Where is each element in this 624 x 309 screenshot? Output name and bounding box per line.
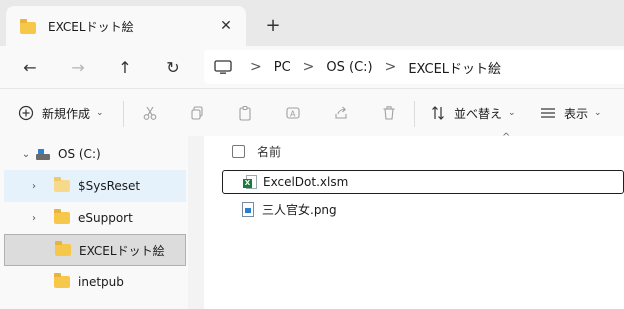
- navigation-pane: ⌄ OS (C:) › $SysReset › eSupport EXCELドッ…: [0, 136, 188, 309]
- new-button-label: 新規作成: [42, 106, 91, 121]
- tree-item-label: EXCELドット絵: [79, 243, 165, 258]
- tab-strip: EXCELドット絵 ✕ +: [0, 0, 624, 46]
- toolbar-divider: [123, 101, 124, 127]
- paste-icon[interactable]: [235, 103, 255, 123]
- sort-icon: [430, 105, 446, 121]
- back-button[interactable]: ←: [17, 54, 43, 80]
- tree-item-inetpub[interactable]: inetpub: [4, 266, 186, 298]
- folder-icon: [55, 241, 71, 256]
- chevron-right-icon[interactable]: ›: [24, 181, 44, 192]
- excel-file-icon: X: [243, 175, 257, 189]
- file-name: ExcelDot.xlsm: [263, 175, 349, 189]
- list-view-icon: [540, 105, 556, 121]
- file-explorer-window: EXCELドット絵 ✕ + ← → ↑ ↻ > PC > OS (C:) > E…: [0, 0, 624, 309]
- breadcrumb-separator[interactable]: >: [303, 59, 315, 75]
- breadcrumb-separator[interactable]: >: [250, 59, 262, 75]
- pane-divider[interactable]: [188, 136, 204, 309]
- sort-button-label: 並べ替え: [454, 106, 503, 121]
- tree-item-excel-dot[interactable]: EXCELドット絵: [4, 234, 186, 266]
- delete-icon[interactable]: [379, 103, 399, 123]
- drive-icon: [36, 148, 50, 160]
- new-button[interactable]: 新規作成 ⌄: [18, 99, 104, 127]
- new-tab-button[interactable]: +: [262, 14, 284, 36]
- file-row[interactable]: X ExcelDot.xlsm: [222, 170, 624, 194]
- cut-icon[interactable]: [140, 103, 160, 123]
- tree-item-label: $SysReset: [78, 179, 141, 193]
- sort-button[interactable]: 並べ替え ⌄: [430, 99, 516, 127]
- share-icon[interactable]: [331, 103, 351, 123]
- chevron-down-icon: ⌄: [508, 108, 516, 118]
- refresh-button[interactable]: ↻: [160, 54, 186, 80]
- tab-title: EXCELドット絵: [48, 19, 134, 34]
- view-button[interactable]: 表示 ⌄: [540, 99, 602, 127]
- breadcrumb-separator[interactable]: >: [385, 59, 397, 75]
- tree-item-label: eSupport: [78, 211, 133, 225]
- plus-circle-icon: [18, 105, 34, 121]
- folder-icon: [54, 177, 70, 192]
- command-bar: 新規作成 ⌄ A 並べ替え ⌄ 表示 ⌄: [0, 88, 624, 136]
- tab-excel-dot[interactable]: EXCELドット絵 ✕: [6, 6, 246, 46]
- image-file-icon: [242, 201, 254, 217]
- up-button[interactable]: ↑: [112, 54, 138, 80]
- computer-icon[interactable]: [214, 60, 232, 74]
- rename-icon[interactable]: A: [283, 103, 303, 123]
- tree-item-os-c[interactable]: ⌄ OS (C:): [16, 138, 198, 170]
- folder-icon: [20, 19, 38, 34]
- folder-icon: [54, 209, 70, 224]
- tree-item-label: OS (C:): [58, 147, 101, 161]
- file-row[interactable]: 三人官女.png: [222, 198, 624, 220]
- copy-icon[interactable]: [187, 103, 207, 123]
- forward-button[interactable]: →: [65, 54, 91, 80]
- breadcrumb-pc[interactable]: PC: [274, 60, 291, 75]
- tree-item-label: inetpub: [78, 275, 124, 289]
- chevron-right-icon[interactable]: ›: [24, 213, 44, 224]
- close-tab-icon[interactable]: ✕: [216, 16, 236, 36]
- navigation-bar: ← → ↑ ↻ > PC > OS (C:) > EXCELドット絵: [0, 46, 624, 88]
- file-list-pane: ^ 名前 X ExcelDot.xlsm 三人官女.png: [204, 132, 624, 309]
- breadcrumb-os-c[interactable]: OS (C:): [326, 60, 372, 75]
- column-header-label: 名前: [257, 144, 282, 159]
- tree-item-sysreset[interactable]: › $SysReset: [4, 170, 186, 202]
- breadcrumb-excel-dot[interactable]: EXCELドット絵: [408, 58, 501, 77]
- toolbar-divider: [414, 101, 415, 127]
- file-name: 三人官女.png: [262, 202, 337, 217]
- svg-text:A: A: [290, 110, 296, 119]
- chevron-down-icon: ⌄: [96, 108, 104, 118]
- view-button-label: 表示: [564, 106, 589, 121]
- select-all-checkbox[interactable]: [232, 144, 245, 158]
- chevron-down-icon[interactable]: ⌄: [16, 149, 36, 160]
- column-header-name[interactable]: 名前: [204, 136, 624, 166]
- tree-item-esupport[interactable]: › eSupport: [4, 202, 186, 234]
- folder-icon: [54, 273, 70, 288]
- chevron-down-icon: ⌄: [594, 108, 602, 118]
- address-bar[interactable]: > PC > OS (C:) > EXCELドット絵: [204, 50, 624, 84]
